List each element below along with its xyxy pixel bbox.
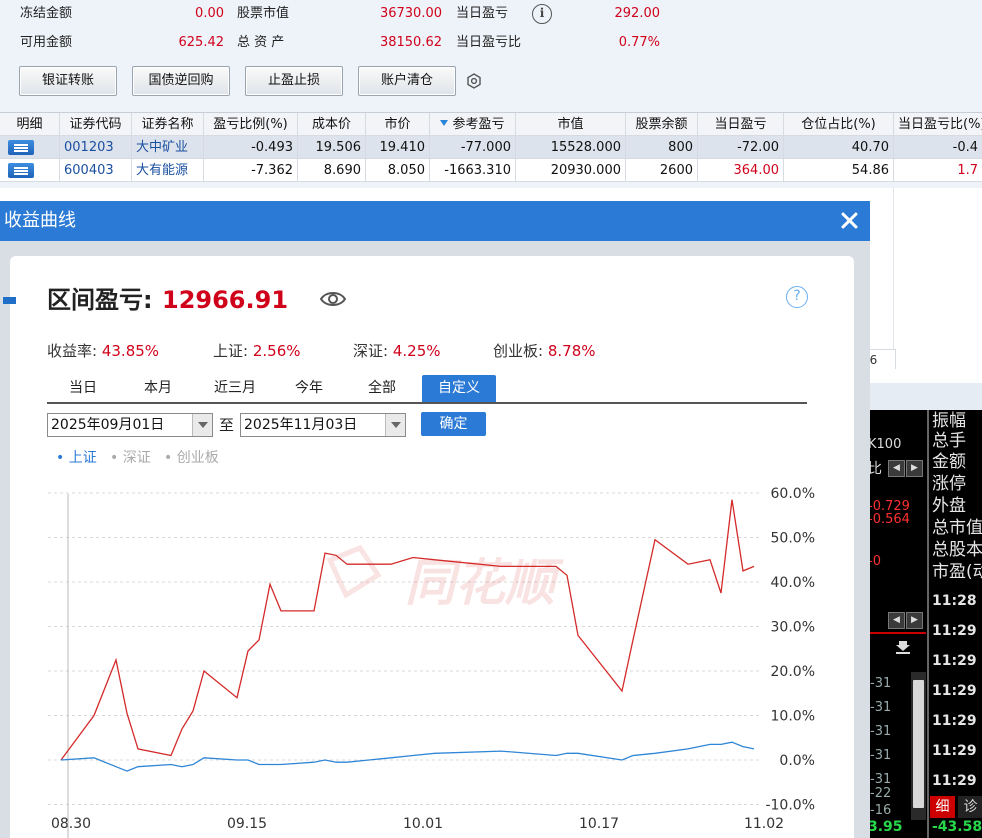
quote-label: 总股本 <box>932 540 982 560</box>
tick-volume: -31 <box>870 724 892 739</box>
col-day-ratio[interactable]: 当日盈亏比(%) <box>894 113 982 136</box>
quote-label: 振幅 <box>932 411 966 431</box>
tick-time: 11:29 <box>932 773 977 789</box>
market-quote-panel: 振幅 总手 金额 涨停 外盘 总市值 总股本 市盈(动 K100 比 ◀ ▶ -… <box>866 410 982 838</box>
prev-arrow-button[interactable]: ◀ <box>888 612 905 629</box>
quote-bottom-right: -43.58 <box>932 819 982 835</box>
code-fragment: K100 <box>868 437 902 452</box>
x-tick-label: 10.01 <box>403 816 443 832</box>
tick-scrollbar-thumb[interactable] <box>913 680 924 808</box>
quote-bottom-left: 3.95 <box>868 819 903 835</box>
table-gridline <box>893 188 894 368</box>
tick-time: 11:29 <box>932 623 977 639</box>
x-tick-label: 08.30 <box>51 816 91 832</box>
tick-volume: -31 <box>870 772 892 787</box>
y-tick-label: 10.0% <box>771 709 815 725</box>
market-separator <box>927 410 929 838</box>
day-ratio-cell: 1.7 <box>957 163 978 178</box>
x-tick-label: 11.02 <box>744 816 784 832</box>
tick-time: 11:29 <box>932 683 977 699</box>
y-tick-label: 60.0% <box>771 486 815 502</box>
index-series-line <box>60 741 755 772</box>
watermark-logo: 同花顺 <box>326 544 564 612</box>
diagnose-tab[interactable]: 诊 <box>958 796 982 818</box>
chart-series <box>60 499 755 772</box>
tick-time: 11:29 <box>932 743 977 759</box>
red-divider <box>866 632 926 634</box>
next-arrow-button[interactable]: ▶ <box>906 612 923 629</box>
tick-volume: -31 <box>870 676 892 691</box>
quote-label: 市盈(动 <box>932 562 982 582</box>
y-tick-label: 20.0% <box>771 664 815 680</box>
y-axis-ticks: 60.0% 50.0% 40.0% 30.0% 20.0% 10.0% 0.0% -10.0% <box>765 486 815 814</box>
download-icon[interactable] <box>894 638 912 656</box>
tick-time: 11:28 <box>932 593 977 609</box>
quote-label: 总手 <box>932 431 966 451</box>
x-tick-label: 09.15 <box>227 816 267 832</box>
tick-volume: -22 <box>870 786 892 801</box>
tick-time: 11:29 <box>932 713 977 729</box>
watermark-text: 同花顺 <box>405 554 564 612</box>
chart-grid <box>48 492 760 805</box>
quote-price: -0.564 <box>868 512 910 527</box>
y-tick-label: 0.0% <box>779 753 815 769</box>
ratio-fragment: 比 <box>868 461 882 477</box>
quote-label: 总市值 <box>932 518 982 538</box>
quote-label: 外盘 <box>932 496 966 516</box>
y-tick-label: -10.0% <box>765 798 815 814</box>
next-arrow-button[interactable]: ▶ <box>906 460 923 477</box>
quote-label: 涨停 <box>932 474 966 494</box>
prev-arrow-button[interactable]: ◀ <box>888 460 905 477</box>
tick-volume: -31 <box>870 700 892 715</box>
market-panel-header <box>866 383 982 410</box>
y-tick-label: 40.0% <box>771 575 815 591</box>
quote-label: 金额 <box>932 452 966 472</box>
profit-series-line <box>60 499 755 761</box>
y-tick-label: 30.0% <box>771 620 815 636</box>
y-tick-label: 50.0% <box>771 531 815 547</box>
day-ratio-cell: -0.4 <box>952 140 978 155</box>
x-tick-label: 10.17 <box>579 816 619 832</box>
detail-tab[interactable]: 细 <box>930 796 955 818</box>
tick-time: 11:29 <box>932 653 977 669</box>
profit-curve-chart[interactable]: 同花顺 60.0% 50.0% 40.0% 30.0% 20.0% 10.0% 0.0% -1… <box>0 0 870 838</box>
tick-volume: -31 <box>870 748 892 763</box>
tick-volume: -16 <box>870 803 892 818</box>
x-axis-ticks: 08.30 09.15 10.01 10.17 11.02 <box>51 816 784 832</box>
